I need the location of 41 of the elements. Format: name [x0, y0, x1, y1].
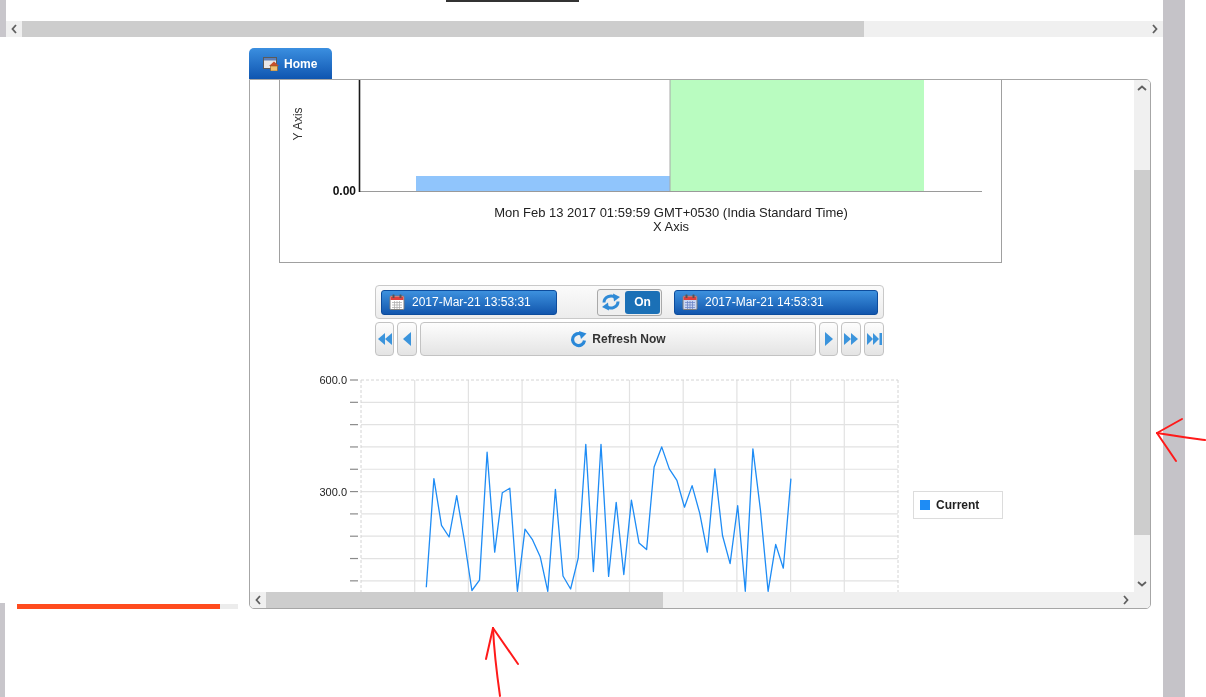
side-strip [0, 0, 6, 37]
legend-label: Current [936, 498, 980, 512]
axis-category-label: Mon Feb 13 2017 01:59:59 GMT+0530 (India Standard Time) [494, 206, 848, 220]
axis-tick-label: 300.0 [319, 485, 347, 498]
back-button[interactable] [397, 322, 417, 356]
refresh-icon [600, 293, 622, 311]
skip-to-end-button[interactable] [864, 322, 884, 356]
fast-forward-icon [844, 333, 858, 345]
date-time-button[interactable]: 2017-Mar-21 14:53:31 [674, 289, 878, 315]
window-house-icon [263, 56, 279, 71]
axis-tick-label: 600.0 [319, 374, 347, 386]
chevron-up-icon [1137, 85, 1147, 91]
chevron-left-icon [255, 595, 261, 605]
chevron-right-icon [1123, 595, 1129, 605]
refresh-icon [570, 330, 588, 348]
rewind-button[interactable] [375, 322, 394, 356]
date-time-button[interactable]: 2017-Mar-21 13:53:31 [381, 289, 557, 315]
chevron-down-icon [1137, 581, 1147, 587]
vertical-scrollbar[interactable] [1134, 80, 1150, 592]
chevron-right-icon [1152, 24, 1158, 34]
horizontal-scrollbar[interactable] [6, 21, 1163, 37]
chevron-left-icon [11, 24, 17, 34]
fast-forward-button[interactable] [841, 322, 861, 356]
scrollbar-thumb[interactable] [1134, 170, 1150, 535]
tab[interactable]: Home [249, 48, 332, 79]
axis-tick-label: 0.00 [331, 184, 356, 198]
refresh-button[interactable]: Refresh Now [420, 322, 816, 356]
triangle-left-icon [403, 332, 411, 346]
scrollbar-thumb[interactable] [266, 592, 663, 608]
triangle-right-icon [824, 332, 833, 346]
calendar-icon [389, 294, 405, 310]
horizontal-scrollbar[interactable] [250, 592, 1134, 608]
hand-drawn-arrow [485, 627, 519, 697]
auto-refresh-toggle[interactable]: On [597, 288, 662, 316]
skip-to-end-icon [866, 333, 882, 345]
calendar-icon [682, 294, 698, 310]
axis-title: X Axis [652, 220, 690, 234]
forward-button[interactable] [819, 322, 838, 356]
axis-title: Y Axis [291, 106, 305, 143]
scrollbar-thumb[interactable] [22, 21, 864, 37]
rewind-icon [377, 333, 392, 345]
